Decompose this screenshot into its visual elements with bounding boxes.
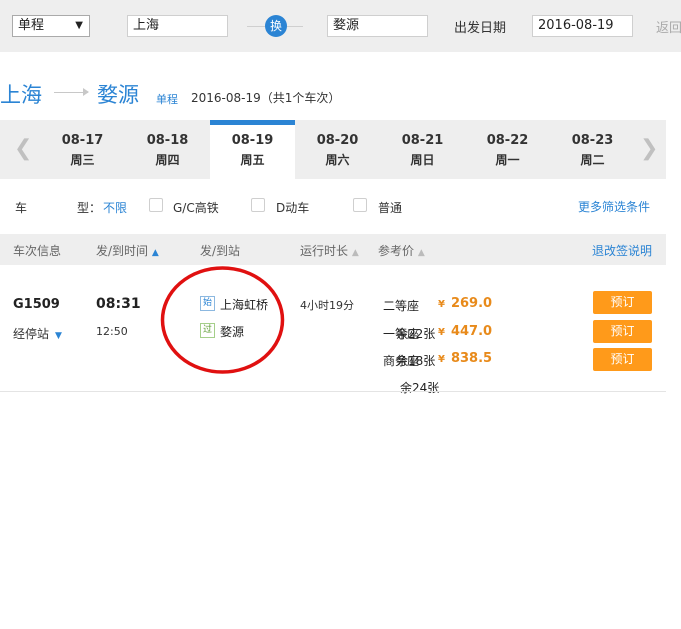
- date-tab-weekday: 周日: [410, 153, 435, 167]
- departure-date-input[interactable]: 2016-08-19: [532, 15, 633, 37]
- route-summary: 2016-08-19（共1个车次）: [191, 91, 341, 105]
- route-arrow-icon: [83, 88, 89, 96]
- seat-remaining: 余24张: [400, 381, 440, 395]
- th-price[interactable]: 参考价 ▲: [378, 242, 425, 259]
- date-label: 出发日期: [454, 21, 507, 36]
- date-tab-weekday: 周二: [580, 153, 605, 167]
- book-button[interactable]: 预订: [593, 348, 652, 371]
- date-tab[interactable]: 08-17 周三: [40, 126, 125, 179]
- filter-normal-label[interactable]: 普通: [378, 199, 402, 216]
- refund-policy-link[interactable]: 退改签说明: [592, 242, 652, 259]
- currency-symbol: ¥: [438, 354, 445, 365]
- annotation-circle: [160, 266, 285, 374]
- date-tab-weekday: 周六: [325, 153, 350, 167]
- th-price-label: 参考价: [378, 244, 415, 258]
- date-tab-date: 08-23: [571, 133, 614, 148]
- travel-duration: 4小时19分: [300, 299, 354, 312]
- filter-d-checkbox[interactable]: [251, 198, 265, 212]
- book-button[interactable]: 预订: [593, 291, 652, 314]
- more-filters-link[interactable]: 更多筛选条件: [578, 198, 650, 215]
- th-train-info: 车次信息: [13, 244, 62, 258]
- car-type-label-2: 型：: [77, 201, 102, 215]
- date-tab-date: 08-18: [146, 133, 189, 148]
- caret-down-icon: ▼: [55, 331, 62, 341]
- date-tab-date: 08-21: [401, 133, 444, 148]
- th-dep-arr-time-label: 发/到时间: [96, 244, 149, 258]
- th-duration-label: 运行时长: [300, 244, 349, 258]
- seat-price: ¥447.0: [438, 324, 492, 339]
- trip-type-select[interactable]: 单程 ▼: [12, 15, 90, 37]
- date-tab[interactable]: 08-23 周二: [550, 126, 635, 179]
- car-type-label-1: 车: [15, 201, 28, 215]
- date-tab[interactable]: 08-18 周四: [125, 126, 210, 179]
- price-value: 838.5: [450, 351, 493, 366]
- date-tab-weekday: 周四: [155, 153, 180, 167]
- date-tab-date: 08-17: [61, 133, 104, 148]
- trip-type-value: 单程: [18, 18, 45, 33]
- stops-label: 经停站: [13, 327, 50, 341]
- stops-toggle[interactable]: 经停站 ▼: [13, 325, 62, 342]
- row-divider: [0, 391, 666, 392]
- date-tab-date: 08-19: [231, 133, 274, 148]
- chevron-down-icon: ▼: [75, 20, 83, 31]
- departure-time: 08:31: [96, 296, 141, 312]
- filter-gc-checkbox[interactable]: [149, 198, 163, 212]
- seat-remaining: 余22张: [396, 327, 436, 341]
- train-number[interactable]: G1509: [13, 297, 60, 312]
- date-tab-date: 08-22: [486, 133, 529, 148]
- price-value: 269.0: [450, 296, 493, 311]
- seat-price: ¥269.0: [438, 296, 492, 311]
- currency-symbol: ¥: [438, 299, 445, 310]
- return-date-label[interactable]: 返回: [656, 17, 681, 36]
- th-dep-arr-time[interactable]: 发/到时间 ▲: [96, 242, 159, 259]
- swap-button[interactable]: 换: [265, 15, 287, 37]
- sort-icon: ▲: [417, 248, 425, 258]
- date-tab[interactable]: 08-22 周一: [465, 126, 550, 179]
- th-dep-arr-station: 发/到站: [200, 244, 241, 258]
- date-tab-date: 08-20: [316, 133, 359, 148]
- filter-d-label[interactable]: D动车: [276, 199, 309, 216]
- filter-gc-label[interactable]: G/C高铁: [173, 199, 219, 216]
- annotation-ellipse: [160, 266, 285, 374]
- arrival-time: 12:50: [96, 325, 128, 338]
- date-tab[interactable]: 08-21 周日: [380, 126, 465, 179]
- route-from-city: 上海: [0, 83, 42, 107]
- route-trip-type: 单程: [156, 93, 178, 106]
- chevron-right-icon[interactable]: ❯: [640, 136, 658, 161]
- filter-normal-checkbox[interactable]: [353, 198, 367, 212]
- date-tab-weekday: 周三: [70, 153, 95, 167]
- seat-class: 二等座: [383, 299, 420, 313]
- sort-icon: ▲: [351, 248, 359, 258]
- chevron-left-icon[interactable]: ❮: [14, 136, 32, 161]
- price-value: 447.0: [450, 324, 493, 339]
- date-tab[interactable]: 08-20 周六: [295, 126, 380, 179]
- book-button[interactable]: 预订: [593, 320, 652, 343]
- from-city-input[interactable]: 上海: [127, 15, 228, 37]
- route-to-city: 婺源: [97, 83, 139, 107]
- seat-price: ¥838.5: [438, 351, 492, 366]
- currency-symbol: ¥: [438, 327, 445, 338]
- filter-all[interactable]: 不限: [103, 199, 127, 216]
- th-duration[interactable]: 运行时长 ▲: [300, 242, 359, 259]
- date-tab-weekday: 周五: [240, 153, 265, 167]
- to-city-input[interactable]: 婺源: [327, 15, 428, 37]
- date-tab-weekday: 周一: [495, 153, 520, 167]
- sort-up-icon: ▲: [151, 248, 159, 258]
- seat-remaining: 余18张: [396, 354, 436, 368]
- date-tab-active[interactable]: 08-19 周五: [210, 120, 295, 179]
